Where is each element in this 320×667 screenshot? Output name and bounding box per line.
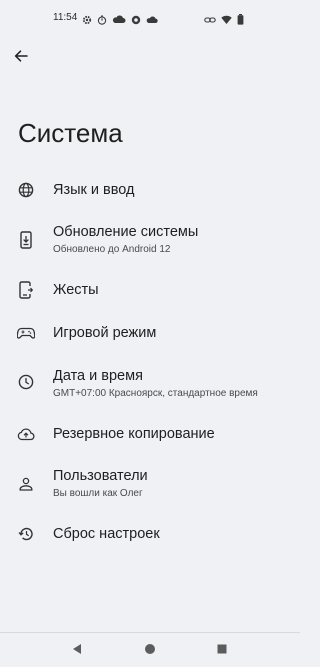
home-circle-icon: [145, 644, 155, 654]
back-button[interactable]: [10, 47, 32, 69]
gear-icon: [82, 12, 92, 25]
wifi-icon: [221, 12, 232, 24]
page-title: Система: [18, 118, 123, 148]
status-bar: 11:54: [0, 0, 300, 34]
settings-item-users[interactable]: Пользователи Вы вошли как Олег: [0, 460, 300, 504]
clock-icon: [16, 372, 36, 392]
settings-item-subtitle: Вы вошли как Олег: [53, 488, 143, 499]
settings-item-subtitle: GMT+07:00 Красноярск, стандартное время: [53, 388, 258, 399]
cloud-sync-icon: [112, 12, 126, 23]
back-triangle-icon: [73, 644, 81, 654]
status-system-icons: [204, 12, 244, 25]
globe-icon: [16, 180, 36, 200]
nav-back-button[interactable]: [69, 641, 85, 657]
status-notification-icons: [82, 12, 158, 25]
arrow-left-icon: [14, 49, 28, 67]
nav-recents-button[interactable]: [214, 641, 230, 657]
link-icon: [204, 12, 216, 23]
recents-square-icon: [217, 644, 227, 654]
settings-item-language[interactable]: Язык и ввод: [0, 168, 300, 212]
settings-item-date-time[interactable]: Дата и время GMT+07:00 Красноярск, станд…: [0, 360, 300, 404]
settings-item-title: Игровой режим: [53, 325, 157, 341]
settings-item-title: Пользователи: [53, 468, 148, 484]
settings-item-title: Резервное копирование: [53, 426, 215, 442]
settings-item-system-update[interactable]: Обновление системы Обновлено до Android …: [0, 216, 300, 260]
settings-item-title: Язык и ввод: [53, 182, 135, 198]
gamepad-icon: [16, 323, 36, 343]
gesture-phone-icon: [16, 280, 36, 300]
settings-item-title: Сброс настроек: [53, 526, 160, 542]
status-time: 11:54: [53, 12, 78, 23]
nav-home-button[interactable]: [142, 641, 158, 657]
history-icon: [16, 524, 36, 544]
settings-item-game-mode[interactable]: Игровой режим: [0, 311, 300, 355]
settings-item-backup[interactable]: Резервное копирование: [0, 412, 300, 456]
settings-item-reset[interactable]: Сброс настроек: [0, 512, 300, 556]
settings-item-title: Дата и время: [53, 368, 143, 384]
timer-icon: [97, 12, 107, 25]
cloud-upload-icon: [16, 424, 36, 444]
settings-item-title: Жесты: [53, 282, 99, 298]
battery-icon: [237, 12, 244, 25]
settings-item-title: Обновление системы: [53, 224, 199, 240]
system-update-icon: [16, 230, 36, 250]
cloud-icon: [146, 12, 158, 23]
settings-item-subtitle: Обновлено до Android 12: [53, 244, 171, 255]
person-icon: [16, 474, 36, 494]
settings-item-gestures[interactable]: Жесты: [0, 268, 300, 312]
shield-icon: [131, 12, 141, 25]
navigation-bar: [0, 632, 300, 667]
